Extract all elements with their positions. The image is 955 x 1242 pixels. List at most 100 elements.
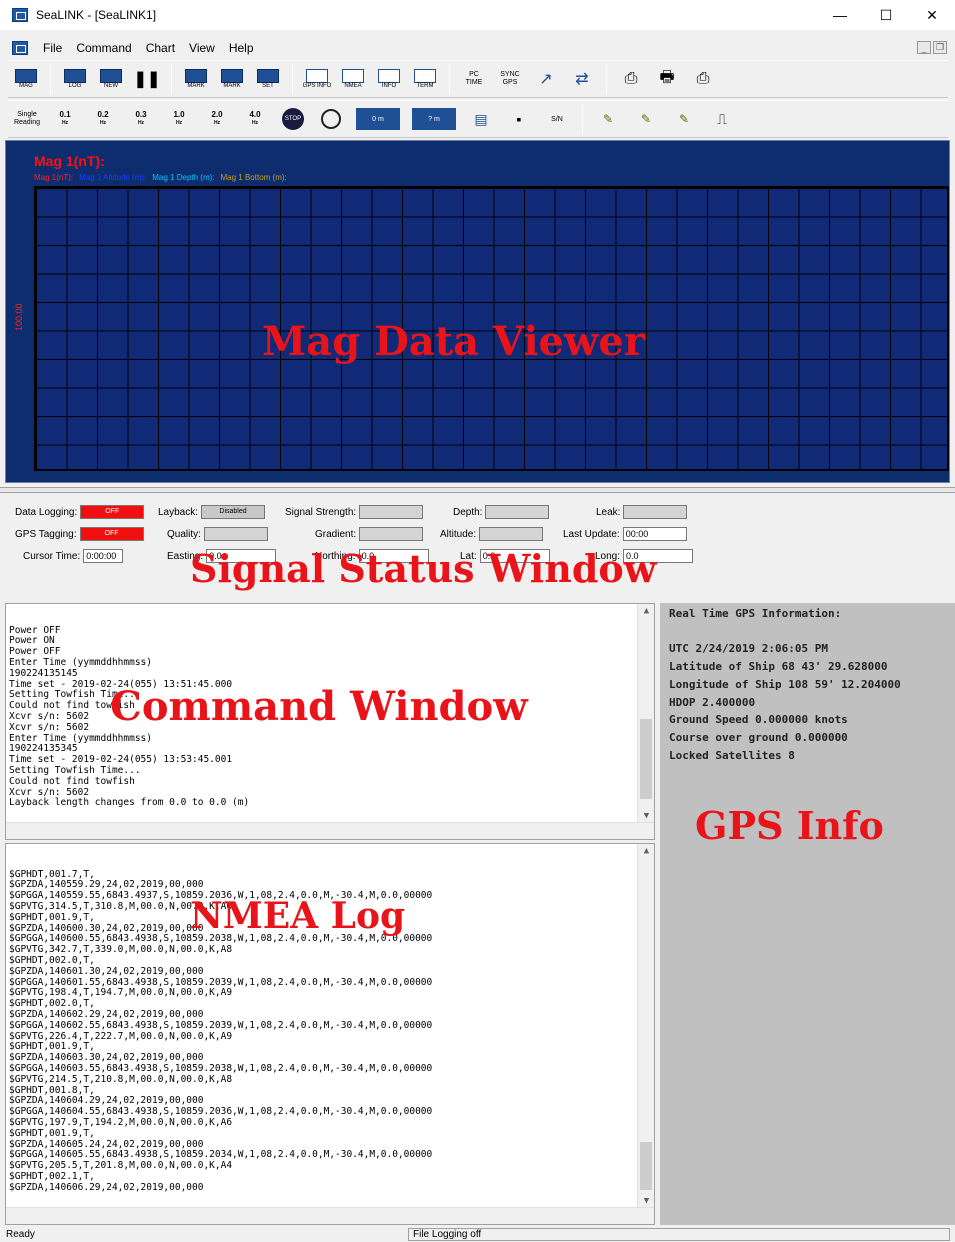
scroll-down-icon[interactable]: ▼: [638, 811, 654, 822]
calibration-icon: ▪: [516, 111, 522, 127]
gps-info-button[interactable]: GPS INFO: [301, 63, 333, 95]
printer-icon: ⎙: [696, 70, 710, 87]
app-icon: [12, 8, 28, 22]
gps-tagging-indicator[interactable]: OFF: [79, 527, 144, 541]
mark2-icon: [221, 68, 243, 83]
single-reading-button[interactable]: Single Reading: [10, 103, 44, 135]
mark2-button[interactable]: MARK: [216, 63, 248, 95]
depth-unknown-button[interactable]: ? m: [412, 108, 456, 130]
legend-bottom: Mag 1 Bottom (m):: [220, 173, 287, 182]
print-setup-icon: 🖶: [659, 68, 675, 86]
set-button[interactable]: SET: [252, 63, 284, 95]
data-logging-indicator[interactable]: OFF: [80, 505, 145, 519]
rate-0-1-button[interactable]: 0.1 Hz: [48, 103, 82, 135]
nmea-scroll-down-icon[interactable]: ▼: [638, 1196, 654, 1207]
pulse-icon: ⎍: [717, 110, 727, 127]
on-button[interactable]: ✎: [591, 103, 625, 135]
menu-file[interactable]: File: [36, 41, 69, 55]
pulse-button[interactable]: ⎍: [705, 103, 739, 135]
mdi-restore-button[interactable]: ❐: [933, 41, 947, 54]
stop-button[interactable]: STOP: [276, 103, 310, 135]
menu-command[interactable]: Command: [69, 41, 138, 55]
window-title: SeaLINK - [SeaLINK1]: [36, 8, 157, 22]
mark-button[interactable]: MARK: [180, 63, 212, 95]
off-button[interactable]: ✎: [629, 103, 663, 135]
sync-gps-button[interactable]: SYNC GPS: [494, 63, 526, 95]
mdi-minimize-button[interactable]: _: [917, 41, 931, 54]
nmea-icon: [342, 68, 364, 83]
gradient-field: [359, 527, 424, 541]
nmea-scroll-up-icon[interactable]: ▲: [638, 846, 654, 857]
command-window-overlay: Command Window: [110, 683, 528, 730]
sn-icon: S/N: [551, 115, 563, 123]
print-button[interactable]: ⎙: [687, 63, 719, 95]
term-icon: [414, 68, 436, 83]
mag-legend: Mag 1(nT): Mag 1 Altitude (m): Mag 1 Depth…: [34, 173, 293, 182]
legend-mag: Mag 1(nT):: [34, 173, 74, 182]
minimize-button[interactable]: —: [817, 0, 863, 30]
pause-button[interactable]: ❚❚: [131, 63, 163, 95]
mag-title: Mag 1(nT):: [34, 153, 105, 169]
info-button[interactable]: INFO: [373, 63, 405, 95]
calibration-button[interactable]: ▪: [502, 103, 536, 135]
pen-off-icon: ✎: [640, 112, 652, 126]
rate-toolbar: Single Reading 0.1 Hz 0.2 Hz 0.3 Hz 1.0 Hz 2…: [8, 100, 948, 138]
new-button[interactable]: NEW: [95, 63, 127, 95]
info-icon: [378, 68, 400, 83]
gps-info-text: Real Time GPS Information: UTC 2/24/2019…: [669, 607, 901, 762]
pc-time-button[interactable]: PC TIME: [458, 63, 490, 95]
gps-info-overlay: GPS Info: [695, 803, 884, 848]
print-setup-button[interactable]: 🖶: [651, 63, 683, 95]
print-preview-button[interactable]: ⎙: [615, 63, 647, 95]
maximize-button[interactable]: ☐: [863, 0, 909, 30]
nmea-horizontal-scrollbar[interactable]: [6, 1207, 654, 1224]
quality-field: [203, 527, 268, 541]
layback-button[interactable]: ⇄: [566, 63, 598, 95]
sn-button[interactable]: S/N: [540, 103, 574, 135]
splitter[interactable]: [0, 487, 955, 493]
cursor-time-field: 0:00:00: [83, 549, 124, 563]
notebook-button[interactable]: ▤: [464, 103, 498, 135]
nmea-scroll-thumb[interactable]: [640, 1142, 652, 1190]
status-ready: Ready: [6, 1229, 35, 1240]
nmea-button[interactable]: NMEA: [337, 63, 369, 95]
y-axis-label: 100.00: [14, 303, 24, 331]
status-bar: Ready File Logging off: [0, 1227, 955, 1242]
menu-help[interactable]: Help: [222, 41, 261, 55]
notebook-icon: ▤: [474, 110, 488, 127]
document-icon[interactable]: [12, 41, 28, 55]
timer-button[interactable]: [314, 103, 348, 135]
menu-view[interactable]: View: [182, 41, 222, 55]
mag-button[interactable]: MAG: [10, 63, 42, 95]
depth-field: [485, 505, 550, 519]
stop-icon: STOP: [282, 108, 304, 130]
menu-chart[interactable]: Chart: [139, 41, 182, 55]
signal-strength-field: [359, 505, 424, 519]
north-arrow-icon: ↗: [539, 71, 553, 88]
rate-0-2-button[interactable]: 0.2 Hz: [86, 103, 120, 135]
north-arrow-button[interactable]: ↗: [530, 63, 562, 95]
close-button[interactable]: ✕: [909, 0, 955, 30]
rate-0-3-button[interactable]: 0.3 Hz: [124, 103, 158, 135]
menu-bar: File Command Chart View Help: [0, 38, 955, 58]
command-horizontal-scrollbar[interactable]: [6, 822, 654, 839]
command-vertical-scrollbar[interactable]: ▲ ▼: [637, 604, 654, 824]
mark-icon: [185, 68, 207, 83]
rate-2-0-button[interactable]: 2.0 Hz: [200, 103, 234, 135]
layback-indicator[interactable]: Disabled: [201, 505, 266, 519]
set-icon: [257, 68, 279, 83]
nmea-vertical-scrollbar[interactable]: ▲ ▼: [637, 844, 654, 1209]
rate-1-0-button[interactable]: 1.0 Hz: [162, 103, 196, 135]
command-scroll-thumb[interactable]: [640, 719, 652, 799]
pause-icon: ❚❚: [133, 71, 161, 88]
last-update-field: 00:00: [622, 527, 687, 541]
altitude-field: [479, 527, 544, 541]
scroll-up-icon[interactable]: ▲: [638, 606, 654, 617]
depth-zero-button[interactable]: 0 m: [356, 108, 400, 130]
term-button[interactable]: TERM: [409, 63, 441, 95]
sync-gps-icon: SYNC GPS: [500, 71, 520, 86]
status-button[interactable]: ✎: [667, 103, 701, 135]
rate-4-0-button[interactable]: 4.0 Hz: [238, 103, 272, 135]
legend-altitude: Mag 1 Altitude (m):: [79, 173, 147, 182]
log-button[interactable]: LOG: [59, 63, 91, 95]
